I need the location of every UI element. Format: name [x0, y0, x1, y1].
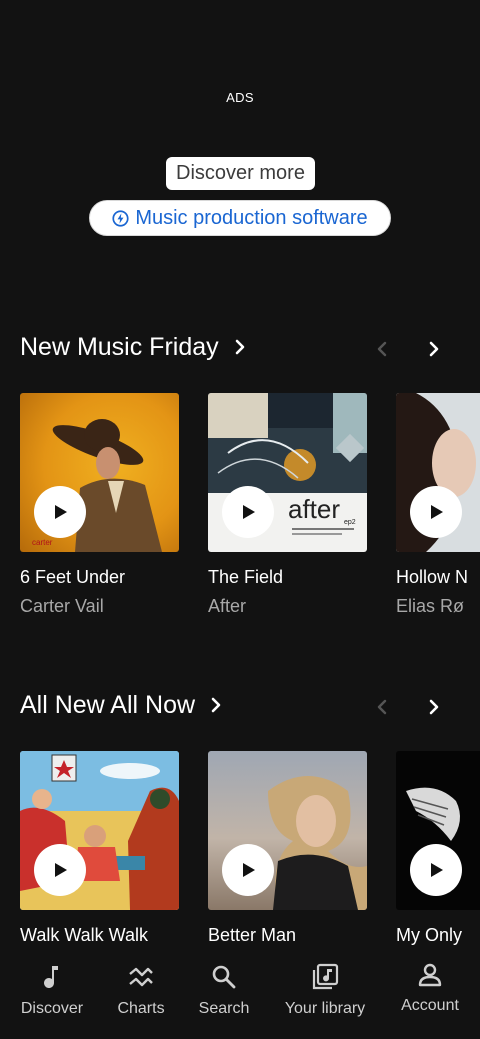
- nav-label: Charts: [117, 1000, 165, 1017]
- nav-item-your-library[interactable]: Your library: [275, 962, 375, 1018]
- album-artist[interactable]: After: [208, 596, 367, 617]
- search-icon: [209, 962, 239, 992]
- album-artist[interactable]: Carter Vail: [20, 596, 179, 617]
- album-card[interactable]: carter 6 Feet Under Carter Vail: [20, 393, 179, 617]
- chevron-right-icon: [235, 339, 244, 355]
- chevron-left-icon: [377, 699, 387, 715]
- nav-label: Discover: [20, 1000, 84, 1017]
- charts-icon: [126, 962, 156, 992]
- ad-banner: ADS Discover more Music production softw…: [0, 0, 480, 290]
- carousel-prev-button[interactable]: [371, 696, 393, 718]
- carousel-next-button[interactable]: [423, 338, 445, 360]
- album-title: Better Man: [208, 925, 297, 945]
- section-title: New Music Friday: [20, 332, 219, 361]
- svg-text:ep2: ep2: [344, 519, 356, 526]
- chevron-right-icon: [429, 341, 439, 357]
- album-card[interactable]: after ep2 The Field After: [208, 393, 367, 617]
- ad-link-label: Music production software: [135, 206, 368, 229]
- album-cover: [396, 751, 480, 910]
- ad-link-button[interactable]: Music production software: [89, 200, 391, 236]
- play-button[interactable]: [410, 486, 462, 538]
- play-button[interactable]: [222, 844, 274, 896]
- nav-item-search[interactable]: Search: [174, 962, 274, 1018]
- nav-label: Account: [401, 997, 459, 1014]
- section-header-new-music-friday[interactable]: New Music Friday: [20, 327, 247, 367]
- album-title: Walk Walk Walk: [20, 925, 148, 945]
- bottom-navigation: Discover Charts Search Your library Acco…: [0, 954, 480, 1039]
- play-button[interactable]: [222, 486, 274, 538]
- album-cover: [20, 751, 179, 910]
- nav-item-discover[interactable]: Discover: [2, 962, 102, 1018]
- album-cover: [208, 751, 367, 910]
- play-icon: [431, 863, 443, 877]
- album-card[interactable]: Better Man: [208, 751, 367, 946]
- album-title: Hollow N: [396, 567, 469, 587]
- album-card[interactable]: Hollow N Elias Rø: [396, 393, 480, 617]
- album-cover: carter: [20, 393, 179, 552]
- album-title: 6 Feet Under: [20, 567, 126, 587]
- section-title: All New All Now: [20, 690, 196, 719]
- album-cover: [396, 393, 480, 552]
- album-card[interactable]: My Only: [396, 751, 480, 946]
- play-icon: [55, 505, 67, 519]
- music-note-icon: [37, 962, 67, 992]
- play-icon: [243, 863, 255, 877]
- play-button[interactable]: [34, 486, 86, 538]
- carousel-next-button[interactable]: [423, 696, 445, 718]
- lightning-icon: [112, 209, 129, 227]
- album-title: The Field: [208, 567, 284, 587]
- discover-more-button[interactable]: Discover more: [166, 157, 315, 190]
- account-icon: [415, 959, 445, 989]
- svg-text:carter: carter: [32, 538, 53, 547]
- section-header-all-new-all-now[interactable]: All New All Now: [20, 685, 223, 725]
- nav-item-account[interactable]: Account: [380, 959, 480, 1015]
- play-button[interactable]: [34, 844, 86, 896]
- album-title: My Only: [396, 925, 463, 945]
- nav-label: Search: [198, 1000, 250, 1017]
- play-icon: [55, 863, 67, 877]
- nav-label: Your library: [284, 1000, 366, 1017]
- chevron-right-icon: [211, 697, 221, 713]
- chevron-left-icon: [377, 341, 387, 357]
- svg-text:after: after: [288, 494, 340, 524]
- carousel-new-music-friday: carter 6 Feet Under Carter Vail after ep…: [20, 393, 480, 633]
- album-card[interactable]: Walk Walk Walk: [20, 751, 179, 946]
- carousel-prev-button[interactable]: [371, 338, 393, 360]
- chevron-right-icon: [429, 699, 439, 715]
- album-artist[interactable]: Elias Rø: [396, 596, 480, 617]
- play-button[interactable]: [410, 844, 462, 896]
- album-cover: after ep2: [208, 393, 367, 552]
- ads-label: ADS: [226, 90, 254, 105]
- play-icon: [431, 505, 443, 519]
- play-icon: [243, 505, 255, 519]
- library-icon: [310, 962, 340, 992]
